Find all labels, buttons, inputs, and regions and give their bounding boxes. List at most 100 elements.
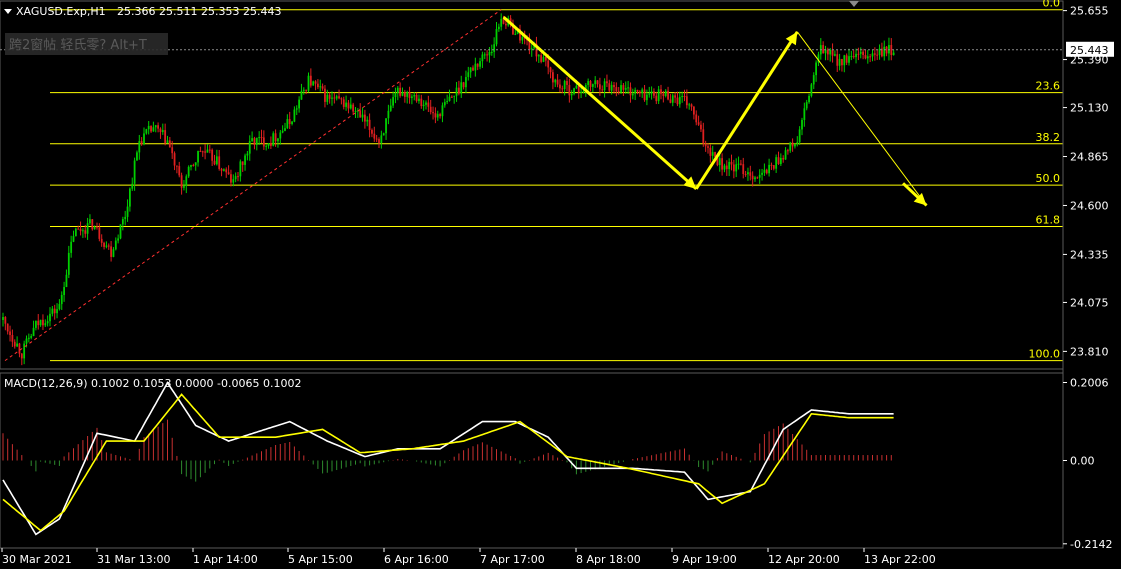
candle-body	[876, 54, 879, 56]
candle-body	[502, 19, 505, 24]
candle-body	[629, 87, 632, 96]
candle-body	[681, 96, 684, 98]
candle-body	[56, 309, 58, 314]
candle-body	[754, 177, 756, 180]
candle-body	[693, 106, 695, 115]
candle-body	[591, 84, 594, 87]
candle-body	[563, 81, 566, 90]
candle-body	[262, 137, 265, 147]
candle-body	[577, 85, 580, 93]
candle-body	[841, 58, 843, 66]
menu-triangle-icon[interactable]	[4, 9, 12, 14]
candle-body	[171, 147, 174, 154]
candle-body	[763, 169, 766, 173]
candle-body	[791, 142, 794, 147]
candle-body	[789, 142, 792, 151]
candle-body	[812, 75, 815, 85]
candle-body	[157, 125, 159, 129]
fib-level-label: 38.2	[1036, 131, 1061, 144]
candle-body	[462, 82, 465, 88]
candle-body	[349, 104, 352, 109]
candle-body	[495, 29, 498, 45]
candle-body	[613, 85, 615, 88]
candle-body	[859, 51, 862, 54]
candle-body	[82, 230, 84, 232]
fibonacci-retracement[interactable]: 0.0 23.6 38.2 50.0 61.8 100.0	[50, 0, 1063, 362]
candle-body	[657, 89, 660, 102]
candle-body	[446, 100, 449, 103]
candle-body	[888, 45, 890, 54]
candle-body	[465, 77, 467, 88]
candle-body	[382, 133, 385, 136]
candle-body	[425, 102, 427, 105]
candle-body	[119, 224, 122, 239]
candle-body	[556, 79, 559, 85]
trading-chart[interactable]: 0.023.638.250.061.8100.025.44325.65525.3…	[0, 0, 1121, 569]
candle-body	[394, 92, 397, 98]
candle-body	[436, 114, 439, 118]
candle-body	[500, 19, 503, 27]
candle-body	[309, 75, 312, 86]
candle-body	[697, 122, 700, 125]
candle-body	[427, 102, 430, 107]
candle-body	[18, 343, 21, 354]
candle-body	[815, 62, 817, 76]
x-tick-label: 7 Apr 17:00	[480, 553, 545, 566]
candle-body	[742, 164, 745, 175]
x-tick-label: 31 Mar 13:00	[97, 553, 170, 566]
candle-body	[230, 174, 232, 183]
candle-body	[638, 91, 641, 94]
candle-body	[678, 96, 681, 105]
candle-body	[660, 89, 662, 94]
candle-body	[197, 150, 199, 163]
candle-body	[728, 161, 731, 170]
candle-body	[775, 157, 778, 169]
candle-body	[220, 168, 223, 171]
candle-body	[246, 153, 249, 156]
candle-body	[582, 91, 585, 93]
arrow-down-1[interactable]	[502, 15, 698, 190]
candle-body	[829, 49, 832, 55]
candle-body	[53, 308, 56, 314]
macd-indicator: MACD(12,26,9) 0.1002 0.1053 0.0000 -0.00…	[2, 376, 1112, 551]
candle-body	[641, 89, 644, 94]
candle-body	[121, 219, 124, 225]
candle-body	[599, 84, 601, 90]
candle-body	[352, 104, 355, 112]
candle-body	[852, 56, 855, 58]
candle-body	[44, 323, 47, 326]
candle-body	[779, 157, 782, 165]
candle-body	[107, 245, 110, 247]
fib-level-label: 61.8	[1036, 214, 1061, 227]
candle-body	[190, 164, 192, 167]
arrow-up[interactable]	[694, 31, 799, 190]
candle-body	[690, 104, 693, 107]
fib-level-label: 0.0	[1043, 0, 1061, 10]
candle-body	[634, 89, 637, 94]
fib-level-label: 100.0	[1029, 348, 1061, 361]
candle-body	[834, 54, 836, 56]
candle-body	[646, 94, 648, 101]
candle-body	[450, 96, 453, 98]
candle-body	[258, 137, 261, 139]
candle-body	[796, 142, 799, 144]
candlestick-series	[2, 13, 895, 366]
candle-body	[70, 241, 73, 253]
scroll-marker-icon[interactable]	[849, 1, 859, 7]
candle-body	[192, 164, 195, 166]
candle-body	[455, 87, 458, 96]
candle-body	[857, 53, 860, 55]
candle-body	[267, 143, 270, 146]
candle-body	[331, 97, 333, 99]
overlay-hint-text: 跨2窗帖 轻氏零? Alt+T	[9, 37, 147, 53]
candle-body	[725, 165, 728, 170]
candle-body	[805, 102, 808, 109]
candle-body	[622, 85, 625, 90]
candle-body	[787, 150, 789, 152]
candle-body	[490, 51, 493, 53]
candle-body	[493, 44, 496, 52]
candle-body	[873, 53, 876, 55]
projection-line[interactable]	[796, 31, 927, 206]
candle-body	[855, 53, 857, 58]
candle-body	[617, 91, 620, 93]
